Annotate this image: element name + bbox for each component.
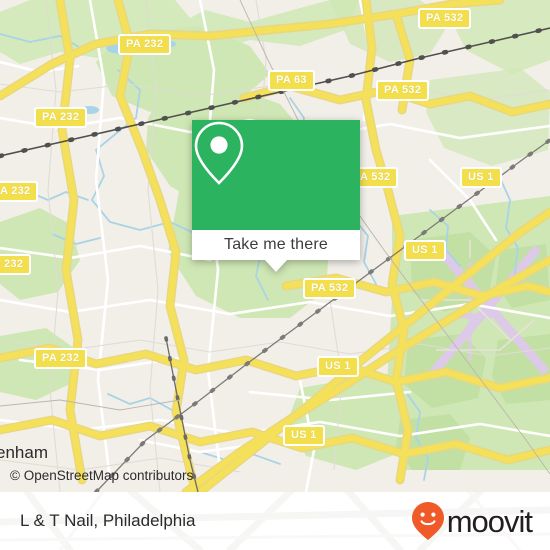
road-shield: US 1 — [404, 240, 446, 261]
moovit-pin-smile-icon — [411, 502, 444, 540]
map-pin-icon — [194, 121, 244, 185]
place-title: L & T Nail, Philadelphia — [20, 511, 196, 530]
road-shield: US 1 — [317, 356, 359, 377]
footer-bar: L & T Nail, Philadelphia moovit — [0, 492, 550, 550]
map-canvas[interactable]: PA 532 PA 63 PA 532 PA 232 PA 232 A 232 … — [0, 0, 550, 492]
location-callout-card[interactable]: Take me there — [192, 120, 360, 272]
road-shield: PA 63 — [268, 70, 315, 91]
road-shield: US 1 — [460, 167, 502, 188]
road-shield: PA 232 — [34, 107, 88, 128]
moovit-wordmark: moovit — [446, 503, 533, 539]
moovit-logo[interactable]: moovit — [411, 501, 533, 541]
road-shield: PA 532 — [376, 80, 430, 101]
road-shield: A 232 — [0, 181, 39, 202]
road-shield: US 1 — [283, 425, 325, 446]
take-me-there-label: Take me there — [224, 236, 328, 253]
road-shield: PA 232 — [118, 34, 172, 55]
callout-action-panel[interactable]: Take me there — [192, 230, 360, 260]
callout-green-panel — [192, 120, 360, 230]
road-shield: 232 — [0, 254, 32, 275]
road-shield: PA 232 — [34, 348, 88, 369]
callout-pointer — [265, 260, 287, 272]
road-shield: PA 532 — [418, 8, 472, 29]
osm-attribution[interactable]: © OpenStreetMap contributors — [10, 468, 193, 483]
place-label-cheltenham: enham — [0, 443, 48, 462]
road-shield: PA 532 — [303, 278, 357, 299]
map-screenshot: PA 532 PA 63 PA 532 PA 232 PA 232 A 232 … — [0, 0, 550, 550]
